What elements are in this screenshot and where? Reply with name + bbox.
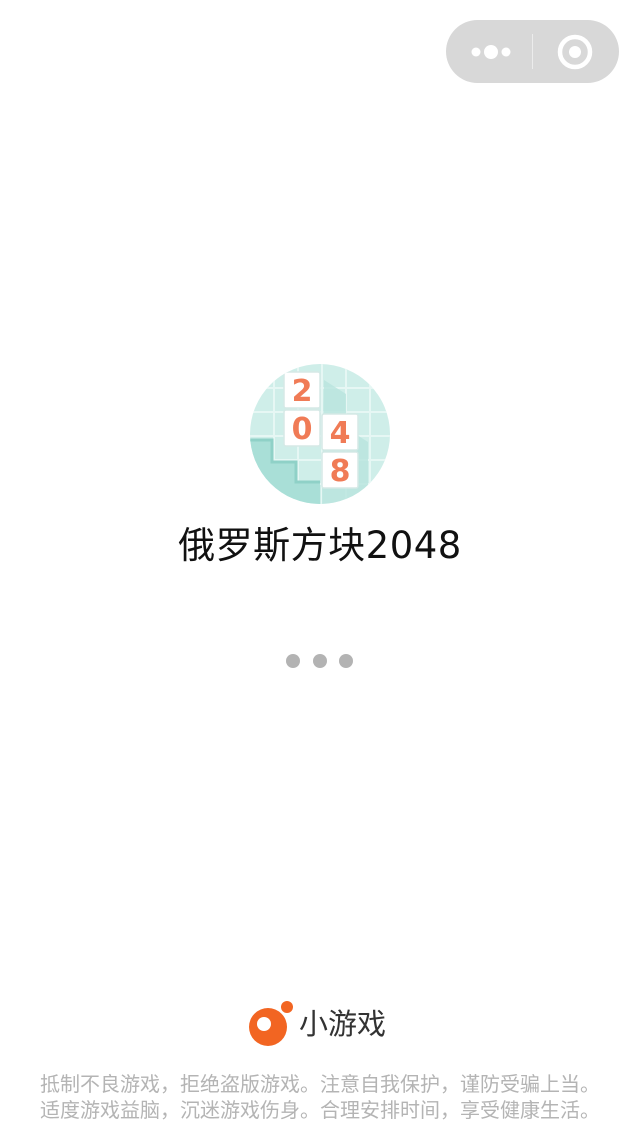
more-dots-icon: [471, 45, 511, 59]
capsule-menu: [446, 20, 619, 83]
minigame-logo-icon: [249, 1001, 293, 1046]
icon-tile-2: 2: [292, 374, 313, 409]
minigame-brand: 小游戏: [246, 1000, 406, 1048]
tetris-2048-icon: 2 0 4 8: [250, 364, 390, 504]
icon-tile-8: 8: [330, 454, 351, 489]
app-icon: 2 0 4 8: [250, 364, 390, 504]
more-button[interactable]: [446, 20, 532, 83]
health-notice-line-1: 抵制不良游戏，拒绝盗版游戏。注意自我保护，谨防受骗上当。: [40, 1072, 600, 1096]
target-close-icon: [557, 34, 593, 70]
close-button[interactable]: [533, 20, 619, 83]
loading-indicator: [286, 654, 354, 668]
loading-dot: [286, 654, 300, 668]
app-title: 俄罗斯方块2048: [178, 524, 462, 567]
brand-name: 小游戏: [299, 1007, 387, 1041]
loading-dot: [313, 654, 327, 668]
icon-tile-0: 0: [292, 412, 313, 447]
loading-dot: [339, 654, 353, 668]
health-notice-line-2: 适度游戏益脑，沉迷游戏伤身。合理安排时间，享受健康生活。: [40, 1098, 600, 1122]
icon-tile-4: 4: [330, 416, 351, 451]
